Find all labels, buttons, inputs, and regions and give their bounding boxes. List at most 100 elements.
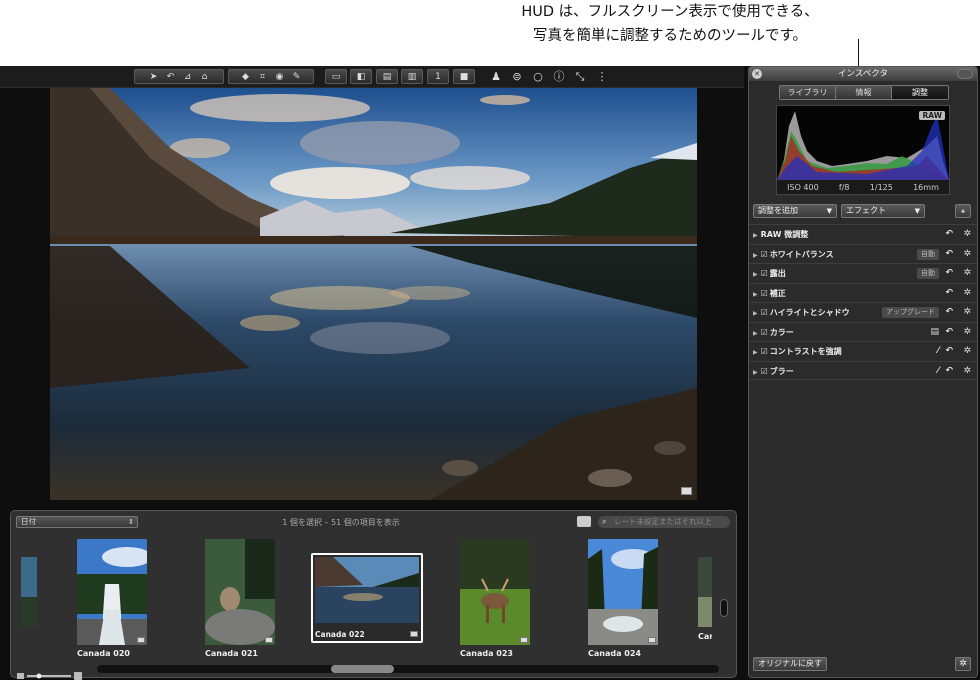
retouch-icon[interactable]: ◆ (237, 72, 254, 82)
main-photo-viewer[interactable] (50, 88, 697, 500)
viewer-mode-button[interactable]: ▭ (325, 69, 347, 84)
reset-icon[interactable]: ↶ (945, 225, 953, 244)
add-adjustment-dropdown[interactable]: 調整を追加 ▼ (753, 204, 837, 218)
compare-button[interactable]: ▤ (376, 69, 398, 84)
adjustment-color[interactable]: ▶ ☑ カラー ▤ ↶ ✲ (749, 321, 977, 342)
tab-adjustments[interactable]: 調整 (892, 86, 948, 99)
gear-icon[interactable]: ✲ (963, 342, 971, 361)
gear-icon[interactable]: ✲ (963, 362, 971, 381)
straighten-icon[interactable]: ⊿ (179, 72, 196, 82)
filter-icon[interactable] (577, 516, 591, 527)
disclosure-icon[interactable]: ▶ (753, 310, 758, 317)
lift-stamp-icon[interactable]: ⌂ (196, 72, 213, 82)
search-placeholder: レート未設定またはそれ以上 (614, 517, 712, 526)
thumbnail-partial-left[interactable] (21, 557, 37, 627)
exif-iso: ISO 400 (787, 182, 819, 192)
effects-dropdown[interactable]: エフェクト ▼ (841, 204, 925, 218)
info-icon[interactable]: ⓘ (551, 69, 567, 85)
gear-icon[interactable]: ✲ (963, 264, 971, 283)
tab-info[interactable]: 情報 (836, 86, 892, 99)
color-swatch-icon[interactable]: ▤ (930, 323, 939, 342)
hud-toggle-icon[interactable] (957, 69, 973, 79)
upgrade-button[interactable]: アップグレード (882, 307, 939, 318)
effects-label: エフェクト (846, 206, 886, 215)
reset-icon[interactable]: ↶ (945, 264, 953, 283)
reset-icon[interactable]: ↶ (945, 245, 953, 264)
stack-button[interactable]: ▥ (401, 69, 423, 84)
checkbox-icon[interactable]: ☑ (761, 308, 768, 317)
person-icon[interactable]: ♟ (488, 69, 504, 85)
full-screen-exit-icon[interactable]: ⤡ (572, 69, 588, 85)
split-view-icon: ◧ (356, 71, 366, 82)
slider-icon[interactable]: ⋮ (594, 69, 610, 85)
single-view-button[interactable]: 1 (427, 69, 449, 84)
adjustment-label: コントラストを強調 (769, 347, 842, 356)
auto-button[interactable]: 自動 (917, 268, 939, 279)
adjustment-label: ホワイトバランス (769, 249, 834, 259)
gear-icon[interactable]: ✲ (963, 245, 971, 264)
adjustment-white-balance[interactable]: ▶ ☑ ホワイトバランス 自動 ↶ ✲ (749, 243, 977, 264)
checkbox-icon[interactable]: ☑ (761, 269, 768, 278)
gear-icon[interactable]: ✲ (963, 323, 971, 342)
split-view-button[interactable]: ◧ (350, 69, 372, 84)
adjustment-highlights-shadows[interactable]: ▶ ☑ ハイライトとシャドウ アップグレード ↶ ✲ (749, 302, 977, 322)
checkbox-icon[interactable]: ☑ (761, 367, 768, 376)
thumbnail-partial-right[interactable] (698, 557, 712, 627)
adjustment-blur[interactable]: ▶ ☑ ブラー ⁄ ↶ ✲ (749, 360, 977, 381)
settings-gear-button[interactable]: ✲ (955, 657, 971, 671)
sort-dropdown[interactable]: 日付 ⇕ (16, 516, 138, 528)
gear-icon[interactable]: ✲ (963, 225, 971, 244)
disclosure-icon[interactable]: ▶ (753, 369, 758, 376)
horizontal-scrollbar[interactable] (97, 665, 719, 673)
gear-icon[interactable]: ✲ (963, 303, 971, 322)
circle-icon[interactable]: ○ (530, 69, 546, 85)
brush-icon[interactable]: ⁄ (937, 342, 939, 361)
adjustment-enhance[interactable]: ▶ ☑ 補正 ↶ ✲ (749, 282, 977, 303)
pointer-icon[interactable]: ➤ (145, 72, 162, 82)
filmstrip-browser: 日付 ⇕ 1 個を選択 – 51 個の項目を表示 ⌕ レート未設定またはそれ以上 (10, 510, 737, 680)
gear-icon[interactable]: ✲ (963, 284, 971, 303)
reset-icon[interactable]: ↶ (945, 362, 953, 381)
scroll-thumb[interactable] (331, 665, 394, 673)
disclosure-icon[interactable]: ▶ (753, 330, 758, 337)
close-icon[interactable]: ✕ (752, 69, 762, 79)
checkbox-icon[interactable]: ☑ (761, 328, 768, 337)
thumbnail-canada-023[interactable] (460, 539, 530, 645)
callout-line-1: HUD は、フルスクリーン表示で使用できる、 (521, 4, 819, 20)
reset-icon[interactable]: ↶ (945, 284, 953, 303)
rotate-icon[interactable]: ↶ (162, 72, 179, 82)
disclosure-icon[interactable]: ▶ (753, 252, 758, 259)
crop-icon[interactable]: ⌗ (254, 72, 271, 82)
redeye-icon[interactable]: ◉ (271, 72, 288, 82)
disclosure-icon[interactable]: ▶ (753, 291, 758, 298)
search-input[interactable]: ⌕ レート未設定またはそれ以上 (598, 516, 730, 528)
reset-icon[interactable]: ↶ (945, 342, 953, 361)
reset-icon[interactable]: ↶ (945, 323, 953, 342)
callout-line-2: 写真を簡単に調整するためのツールです。 (532, 28, 808, 44)
quick-fix-button[interactable]: ⚹ (955, 204, 971, 218)
thumbnail-size-slider[interactable] (17, 665, 83, 680)
revert-to-original-button[interactable]: オリジナルに戻す (753, 657, 827, 671)
tab-library[interactable]: ライブラリ (780, 86, 836, 99)
disclosure-icon[interactable]: ▶ (753, 232, 758, 239)
reset-icon[interactable]: ↶ (945, 303, 953, 322)
vertical-scroll-knob[interactable] (720, 599, 728, 617)
brush-icon[interactable]: ✎ (288, 72, 305, 82)
brush-icon[interactable]: ⁄ (937, 362, 939, 381)
thumbnail-canada-020[interactable] (77, 539, 147, 645)
checkbox-icon[interactable]: ☑ (761, 250, 768, 259)
thumbnail-canada-021[interactable] (205, 539, 275, 645)
loupe-icon[interactable]: ⊜ (509, 69, 525, 85)
adjustment-contrast[interactable]: ▶ ☑ コントラストを強調 ⁄ ↶ ✲ (749, 341, 977, 361)
checkbox-icon[interactable]: ☑ (761, 289, 768, 298)
disclosure-icon[interactable]: ▶ (753, 271, 758, 278)
thumbnail-canada-024[interactable] (588, 539, 658, 645)
multi-view-button[interactable]: ■ (453, 69, 475, 84)
checkbox-icon[interactable]: ☑ (761, 347, 768, 356)
adjustment-raw-fine-tuning[interactable]: ▶ RAW 微調整 ↶ ✲ (749, 224, 977, 244)
disclosure-icon[interactable]: ▶ (753, 349, 758, 356)
adjustment-exposure[interactable]: ▶ ☑ 露出 自動 ↶ ✲ (749, 263, 977, 283)
thumbnail-canada-022-selected[interactable]: Canada 022 (311, 553, 423, 643)
auto-button[interactable]: 自動 (917, 248, 939, 260)
hud-title-bar[interactable]: ✕ インスペクタ (749, 67, 977, 81)
